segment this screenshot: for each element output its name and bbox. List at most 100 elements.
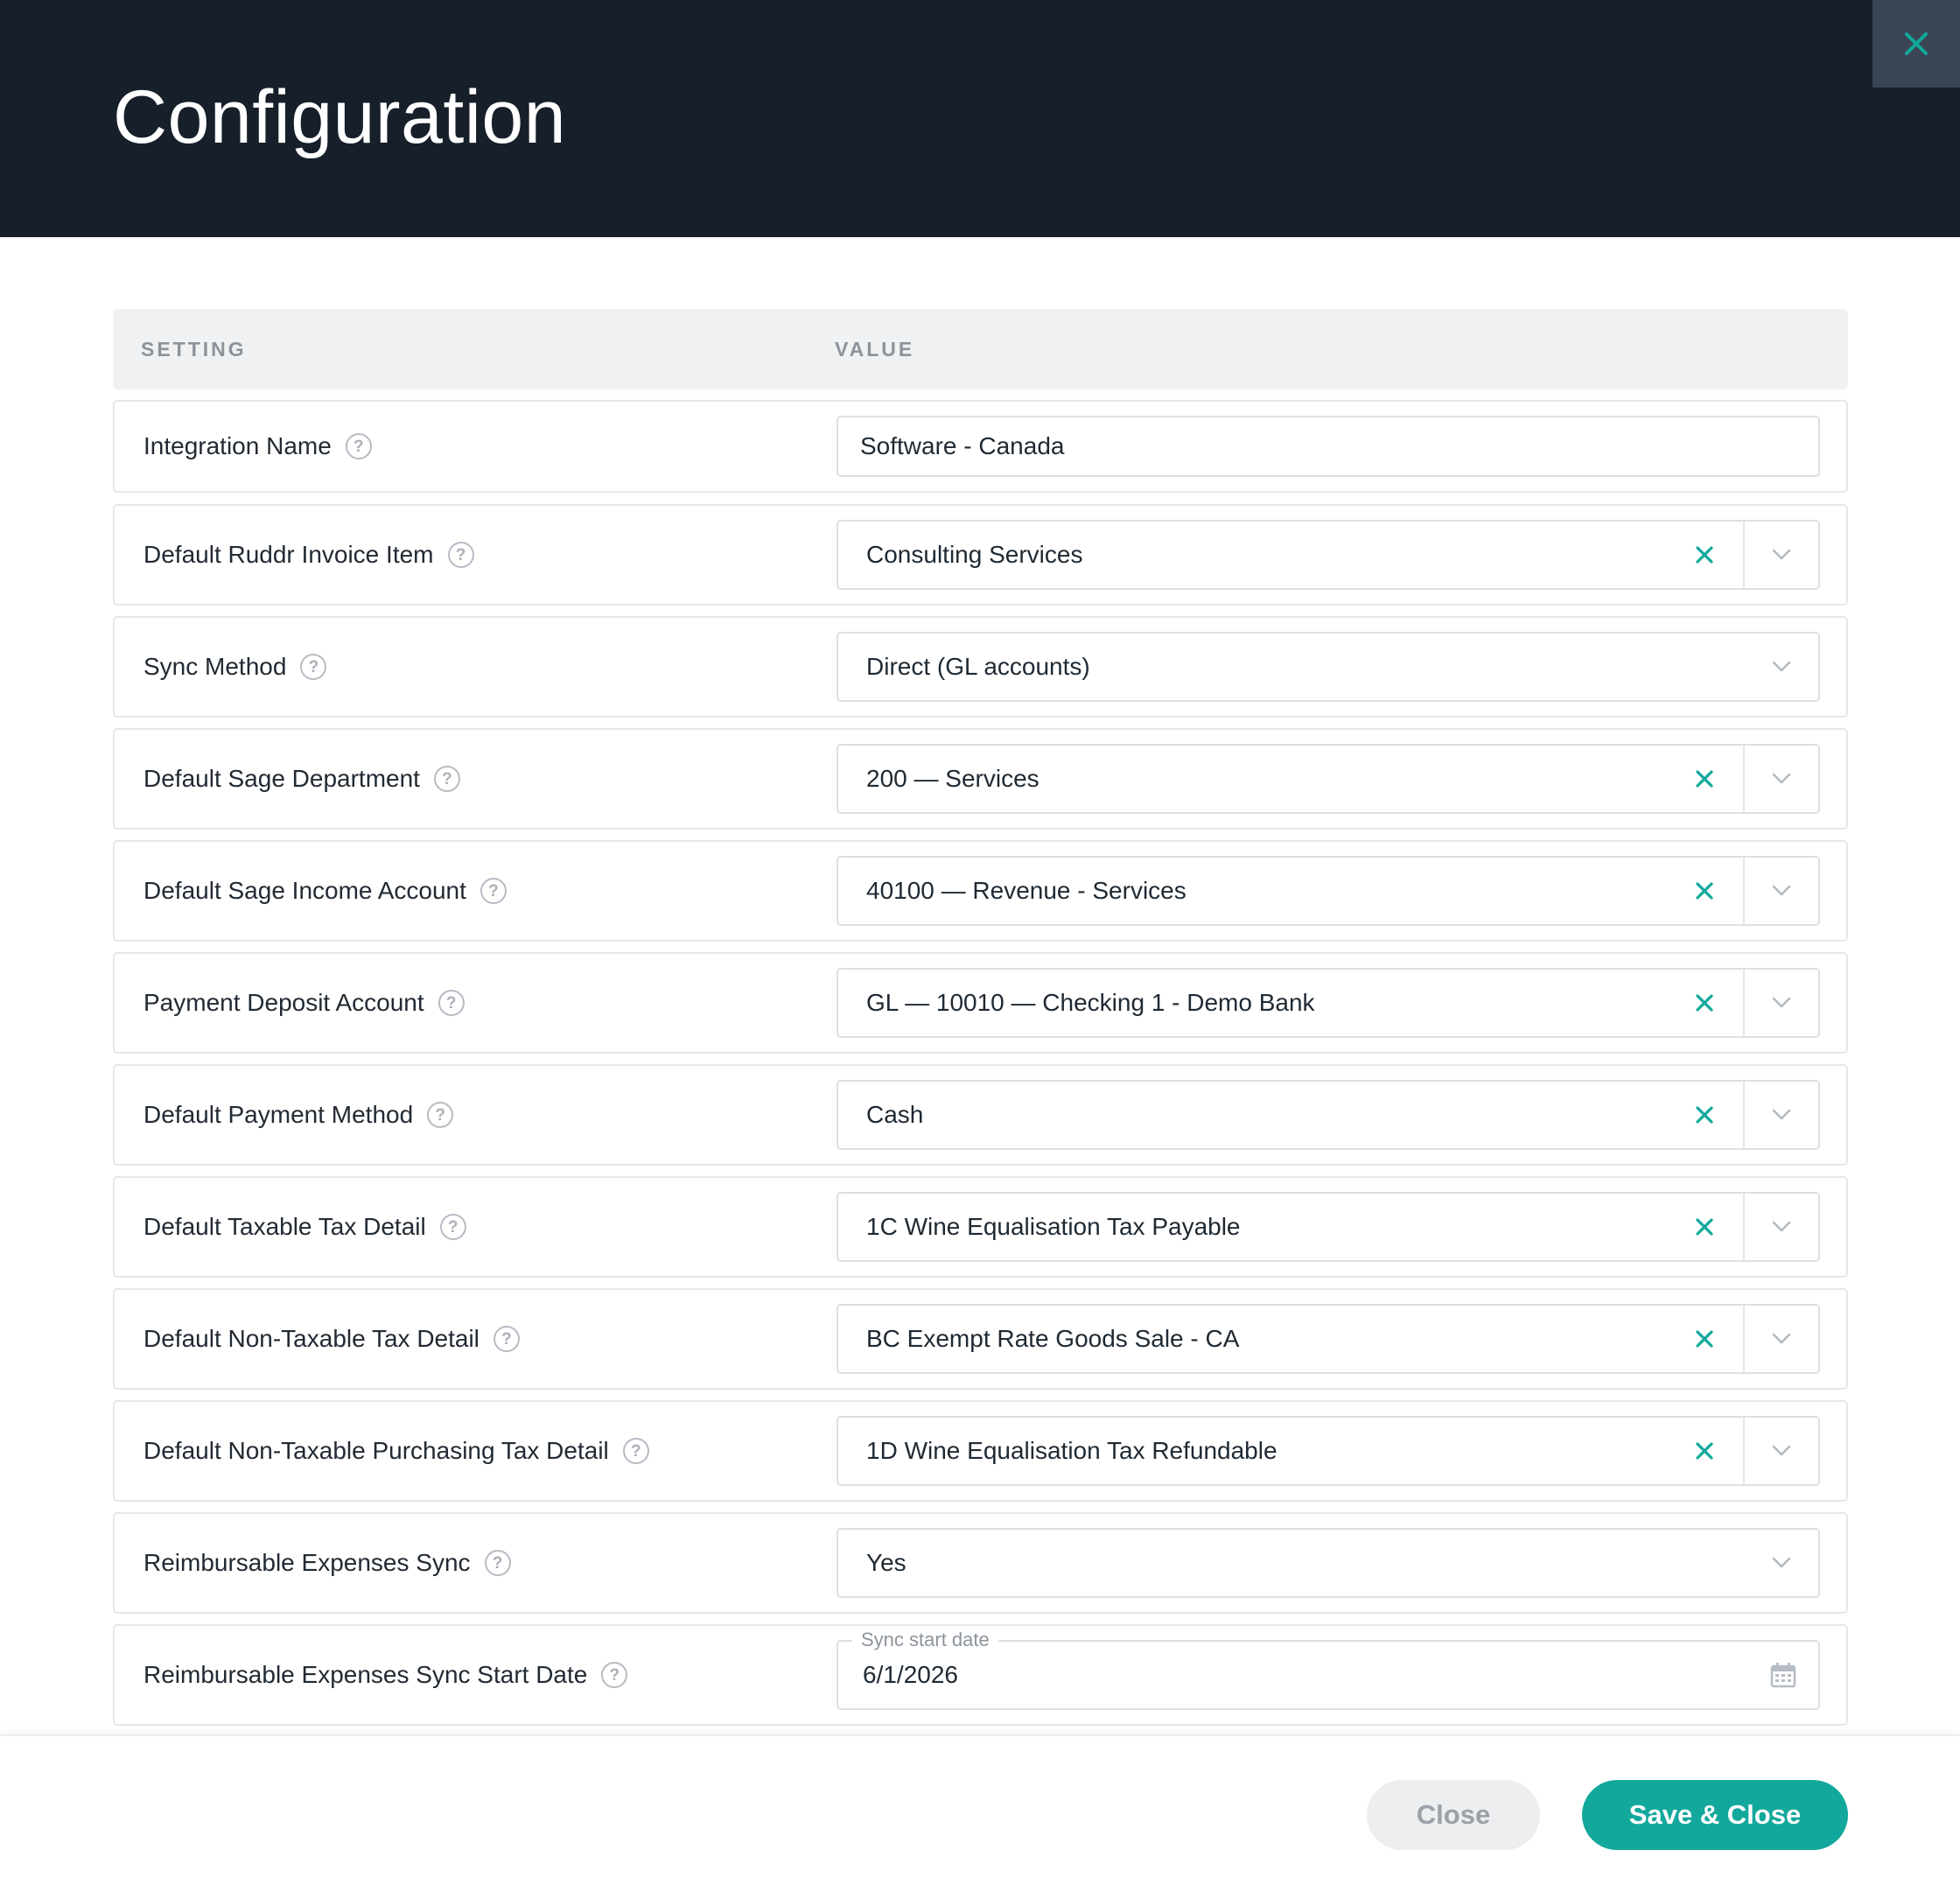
clear-button[interactable] [1687, 746, 1722, 812]
clear-button[interactable] [1687, 1418, 1722, 1484]
setting-row-default-sage-department: Default Sage Department? 200 — Services [113, 728, 1848, 830]
selected-value: 1C Wine Equalisation Tax Payable [866, 1213, 1241, 1240]
help-icon[interactable]: ? [601, 1662, 628, 1688]
clear-button[interactable] [1687, 970, 1722, 1036]
clear-icon [1696, 770, 1713, 788]
sync-start-date-input[interactable]: Sync start date 6/1/2026 [836, 1628, 1820, 1710]
dropdown-toggle[interactable] [1745, 1418, 1818, 1484]
setting-row-default-ruddr-invoice-item: Default Ruddr Invoice Item? Consulting S… [113, 504, 1848, 606]
table-header: SETTING VALUE [113, 309, 1848, 389]
setting-label: Default Payment Method [144, 1101, 414, 1128]
chevron-down-icon [1772, 1445, 1791, 1456]
help-icon[interactable]: ? [433, 766, 460, 792]
clear-button[interactable] [1687, 1306, 1722, 1372]
clear-icon [1696, 1330, 1713, 1348]
chevron-down-icon [1772, 1109, 1791, 1120]
setting-row-default-sage-income-account: Default Sage Income Account? 40100 — Rev… [113, 840, 1848, 942]
selected-value: Direct (GL accounts) [866, 653, 1090, 680]
setting-label: Default Ruddr Invoice Item [144, 541, 434, 568]
help-icon[interactable]: ? [447, 542, 474, 568]
dropdown-toggle[interactable] [1745, 522, 1818, 588]
deposit-account-select[interactable]: GL — 10010 — Checking 1 - Demo Bank [836, 968, 1820, 1038]
clear-icon [1696, 546, 1713, 564]
help-icon[interactable]: ? [480, 878, 507, 904]
help-icon[interactable]: ? [345, 433, 372, 459]
close-button[interactable]: Close [1367, 1780, 1540, 1850]
clear-icon [1696, 882, 1713, 900]
help-icon[interactable]: ? [300, 654, 327, 680]
setting-label: Integration Name [144, 432, 332, 459]
help-icon[interactable]: ? [484, 1550, 511, 1576]
column-header-setting: SETTING [141, 338, 247, 361]
dropdown-toggle[interactable] [1745, 858, 1818, 924]
department-select[interactable]: 200 — Services [836, 744, 1820, 814]
payment-method-select[interactable]: Cash [836, 1080, 1820, 1150]
clear-icon [1696, 994, 1713, 1012]
setting-row-payment-deposit-account: Payment Deposit Account? GL — 10010 — Ch… [113, 952, 1848, 1054]
setting-row-reimbursable-expenses-sync: Reimbursable Expenses Sync? Yes [113, 1512, 1848, 1614]
clear-icon [1696, 1442, 1713, 1460]
invoice-item-select[interactable]: Consulting Services [836, 520, 1820, 590]
setting-label: Reimbursable Expenses Sync Start Date [144, 1661, 588, 1688]
close-modal-button[interactable] [1872, 0, 1960, 88]
dropdown-toggle[interactable] [1745, 1082, 1818, 1148]
dropdown-toggle[interactable] [1745, 634, 1818, 700]
chevron-down-icon [1772, 549, 1791, 560]
help-icon[interactable]: ? [438, 990, 465, 1016]
setting-label: Sync Method [144, 653, 287, 680]
help-icon[interactable]: ? [493, 1326, 520, 1352]
clear-icon [1696, 1218, 1713, 1236]
reimbursable-sync-select[interactable]: Yes [836, 1528, 1820, 1598]
help-icon[interactable]: ? [439, 1214, 466, 1240]
setting-label: Default Sage Department [144, 765, 420, 792]
setting-label: Reimbursable Expenses Sync [144, 1549, 471, 1576]
dropdown-toggle[interactable] [1745, 1306, 1818, 1372]
selected-value: 40100 — Revenue - Services [866, 877, 1186, 904]
modal-footer: Close Save & Close [0, 1734, 1960, 1892]
dropdown-toggle[interactable] [1745, 1194, 1818, 1260]
setting-label: Default Sage Income Account [144, 877, 466, 904]
save-and-close-button[interactable]: Save & Close [1582, 1780, 1848, 1850]
purchasing-tax-detail-select[interactable]: 1D Wine Equalisation Tax Refundable [836, 1416, 1820, 1486]
setting-row-reimbursable-expenses-sync-start-date: Reimbursable Expenses Sync Start Date? S… [113, 1624, 1848, 1726]
selected-value: BC Exempt Rate Goods Sale - CA [866, 1325, 1240, 1352]
non-taxable-tax-detail-select[interactable]: BC Exempt Rate Goods Sale - CA [836, 1304, 1820, 1374]
clear-button[interactable] [1687, 858, 1722, 924]
help-icon[interactable]: ? [622, 1438, 649, 1464]
column-header-value: VALUE [835, 338, 915, 361]
setting-row-default-non-taxable-purchasing-tax-detail: Default Non-Taxable Purchasing Tax Detai… [113, 1400, 1848, 1502]
dropdown-toggle[interactable] [1745, 746, 1818, 812]
date-value: 6/1/2026 [863, 1661, 958, 1688]
calendar-button[interactable] [1768, 1642, 1799, 1708]
taxable-tax-detail-select[interactable]: 1C Wine Equalisation Tax Payable [836, 1192, 1820, 1262]
integration-name-input[interactable]: Software - Canada [836, 416, 1820, 477]
selected-value: Cash [866, 1101, 924, 1128]
chevron-down-icon [1772, 773, 1791, 784]
chevron-down-icon [1772, 1333, 1791, 1344]
chevron-down-icon [1772, 885, 1791, 896]
clear-button[interactable] [1687, 1082, 1722, 1148]
setting-label: Default Taxable Tax Detail [144, 1213, 426, 1240]
sync-method-select[interactable]: Direct (GL accounts) [836, 632, 1820, 702]
dropdown-toggle[interactable] [1745, 970, 1818, 1036]
setting-label: Default Non-Taxable Tax Detail [144, 1325, 480, 1352]
income-account-select[interactable]: 40100 — Revenue - Services [836, 856, 1820, 926]
dropdown-toggle[interactable] [1745, 1530, 1818, 1596]
setting-row-default-non-taxable-tax-detail: Default Non-Taxable Tax Detail? BC Exemp… [113, 1288, 1848, 1390]
selected-value: Yes [866, 1549, 906, 1576]
setting-label: Default Non-Taxable Purchasing Tax Detai… [144, 1437, 609, 1464]
help-icon[interactable]: ? [427, 1102, 454, 1128]
selected-value: Consulting Services [866, 541, 1083, 568]
clear-button[interactable] [1687, 522, 1722, 588]
modal-header: Configuration [0, 0, 1960, 237]
selected-value: 1D Wine Equalisation Tax Refundable [866, 1437, 1278, 1464]
setting-row-sync-method: Sync Method? Direct (GL accounts) [113, 616, 1848, 718]
settings-table: SETTING VALUE Integration Name? Software… [113, 309, 1848, 1726]
close-icon [1905, 32, 1928, 55]
calendar-icon [1770, 1663, 1796, 1688]
setting-label: Payment Deposit Account [144, 989, 424, 1016]
setting-row-default-payment-method: Default Payment Method? Cash [113, 1064, 1848, 1166]
selected-value: 200 — Services [866, 765, 1040, 792]
input-value: Software - Canada [860, 432, 1065, 459]
clear-button[interactable] [1687, 1194, 1722, 1260]
